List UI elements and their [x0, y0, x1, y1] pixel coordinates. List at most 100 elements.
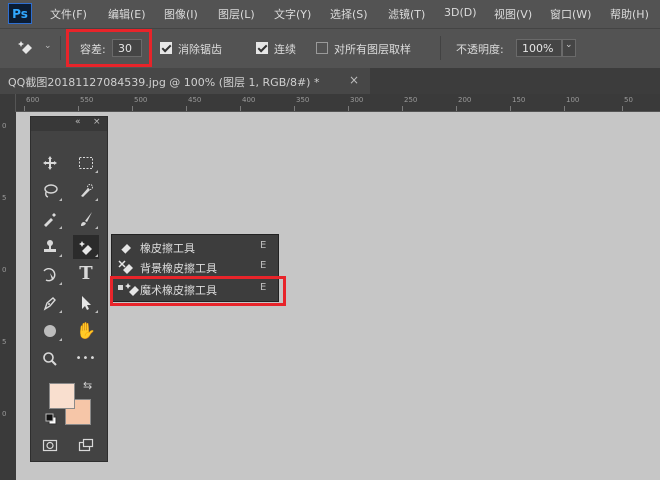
close-icon[interactable]: × — [349, 73, 359, 87]
tolerance-input[interactable]: 30 — [112, 39, 142, 57]
chevron-down-icon: ⌄ — [565, 40, 573, 50]
flyout-item-shortcut: E — [260, 240, 267, 251]
ruler-label: 250 — [404, 96, 418, 104]
quick-mask-button[interactable] — [37, 433, 63, 457]
default-colors-icon[interactable] — [45, 413, 57, 425]
move-icon — [43, 156, 57, 170]
ruler-label: 300 — [350, 96, 364, 104]
sample-all-layers-label: 对所有图层取样 — [334, 43, 411, 56]
contiguous-checkbox[interactable] — [256, 42, 268, 54]
pen-tool[interactable] — [37, 291, 63, 315]
menu-file[interactable]: 文件(F) — [50, 6, 87, 22]
quick-mask-icon — [42, 439, 58, 452]
ruler-label: 100 — [566, 96, 580, 104]
ruler-tick — [78, 106, 79, 111]
ruler-label: 400 — [242, 96, 256, 104]
antialias-label: 消除锯齿 — [178, 43, 222, 56]
eraser-tool[interactable] — [73, 235, 99, 259]
ruler-tick — [240, 106, 241, 111]
rectangular-marquee-icon — [79, 157, 93, 169]
move-tool[interactable] — [37, 151, 63, 175]
eyedropper-tool[interactable] — [37, 207, 63, 231]
flyout-item-label: 魔术橡皮擦工具 — [140, 284, 217, 297]
tool-preset-icon[interactable] — [18, 38, 38, 59]
shape-tool[interactable] — [37, 319, 63, 343]
flyout-item-label: 橡皮擦工具 — [140, 242, 195, 255]
document-tab[interactable]: QQ截图20181127084539.jpg @ 100% (图层 1, RGB… — [0, 68, 370, 94]
hand-tool[interactable]: ✋ — [73, 319, 99, 343]
close-icon[interactable]: × — [93, 117, 101, 127]
opacity-input[interactable]: 100% — [516, 39, 562, 57]
eraser-tools-flyout: 橡皮擦工具 E 背景橡皮擦工具 E 魔术橡皮擦工具 E — [111, 234, 279, 302]
magic-eraser-icon — [79, 241, 92, 255]
screen-mode-button[interactable] — [73, 433, 99, 457]
tool-group-indicator — [59, 310, 62, 313]
opacity-label: 不透明度: — [456, 43, 504, 56]
opacity-dropdown-button[interactable]: ⌄ — [562, 39, 576, 57]
options-bar: ⌄ 容差: 30 消除锯齿 连续 对所有图层取样 不透明度: 100% ⌄ — [0, 28, 660, 68]
pen-icon — [43, 297, 56, 311]
clone-stamp-tool[interactable] — [37, 235, 63, 259]
ruler-tick — [510, 106, 511, 111]
menu-edit[interactable]: 编辑(E) — [108, 6, 146, 22]
flyout-item-eraser[interactable]: 橡皮擦工具 E — [112, 237, 278, 257]
tolerance-label: 容差: — [80, 43, 106, 56]
flyout-item-shortcut: E — [260, 282, 267, 293]
brush-tool[interactable] — [73, 207, 99, 231]
vertical-ruler: 0 5 0 5 0 — [0, 94, 16, 480]
lasso-tool[interactable] — [37, 179, 63, 203]
eyedropper-icon — [44, 213, 56, 227]
ruler-label: 200 — [458, 96, 472, 104]
tool-group-indicator — [59, 338, 62, 341]
ruler-origin[interactable] — [0, 94, 16, 112]
menu-view[interactable]: 视图(V) — [494, 6, 532, 22]
zoom-icon — [43, 352, 57, 366]
menu-window[interactable]: 窗口(W) — [550, 6, 591, 22]
menu-filter[interactable]: 滤镜(T) — [388, 6, 425, 22]
flyout-item-label: 背景橡皮擦工具 — [140, 262, 217, 275]
collapse-icon[interactable]: « — [75, 117, 81, 127]
tool-group-indicator — [59, 282, 62, 285]
marquee-tool[interactable] — [73, 151, 99, 175]
ruler-tick — [186, 106, 187, 111]
menu-layer[interactable]: 图层(L) — [218, 6, 255, 22]
more-tools-button[interactable]: ••• — [73, 347, 99, 371]
photoshop-logo: Ps — [8, 3, 32, 24]
ruler-tick — [294, 106, 295, 111]
magic-eraser-icon — [125, 283, 139, 296]
ruler-label: 5 — [2, 338, 7, 346]
antialias-checkbox[interactable] — [160, 42, 172, 54]
history-brush-tool[interactable] — [37, 263, 63, 287]
brush-icon — [81, 212, 92, 226]
tool-group-indicator — [59, 254, 62, 257]
options-separator — [440, 36, 441, 60]
menu-3d[interactable]: 3D(D) — [444, 6, 477, 19]
path-selection-tool[interactable] — [73, 291, 99, 315]
background-eraser-icon — [118, 260, 133, 274]
tools-panel-header[interactable]: « × — [31, 117, 107, 131]
ruler-tick — [348, 106, 349, 111]
tool-preset-dropdown-icon[interactable]: ⌄ — [44, 41, 52, 51]
menu-type[interactable]: 文字(Y) — [274, 6, 311, 22]
tool-group-indicator — [95, 254, 98, 257]
flyout-item-background-eraser[interactable]: 背景橡皮擦工具 E — [112, 257, 278, 277]
sample-all-layers-checkbox[interactable] — [316, 42, 328, 54]
tool-group-indicator — [95, 310, 98, 313]
ruler-tick — [24, 106, 25, 111]
swap-colors-icon[interactable]: ⇆ — [83, 379, 92, 392]
tool-group-indicator — [95, 226, 98, 229]
flyout-item-magic-eraser[interactable]: 魔术橡皮擦工具 E — [112, 279, 278, 299]
horizontal-ruler: 600 550 500 450 400 350 300 250 200 150 … — [16, 94, 660, 112]
ruler-label: 0 — [2, 122, 7, 130]
tools-panel: « × T ✋ ••• ⇆ — [30, 116, 108, 462]
type-tool[interactable]: T — [73, 263, 99, 287]
menu-help[interactable]: 帮助(H) — [610, 6, 649, 22]
foreground-color-swatch[interactable] — [49, 383, 75, 409]
quick-selection-tool[interactable] — [73, 179, 99, 203]
menu-select[interactable]: 选择(S) — [330, 6, 368, 22]
menu-image[interactable]: 图像(I) — [164, 6, 198, 22]
ruler-label: 350 — [296, 96, 310, 104]
zoom-tool[interactable] — [37, 347, 63, 371]
ruler-label: 500 — [134, 96, 148, 104]
ruler-label: 550 — [80, 96, 94, 104]
